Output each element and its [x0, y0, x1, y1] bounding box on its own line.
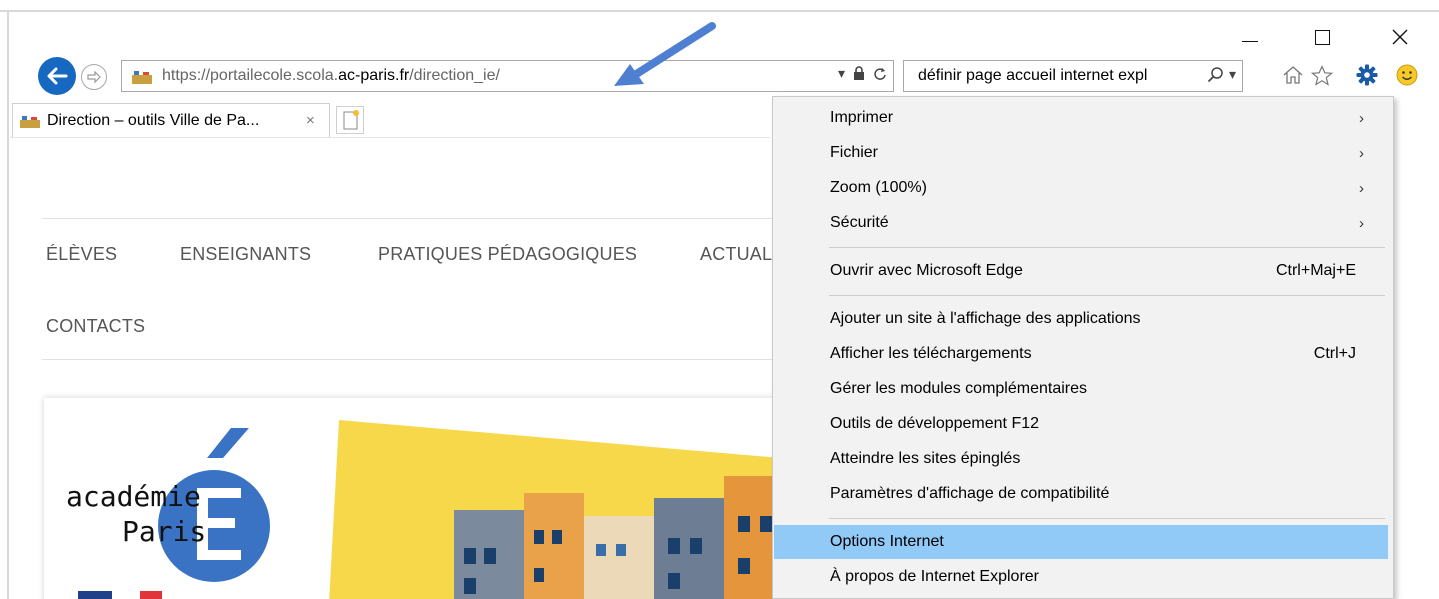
url-text[interactable]: https://portailecole.scola.ac-paris.fr/d… [162, 67, 500, 85]
menu-item-modules[interactable]: Gérer les modules complémentaires [774, 372, 1388, 406]
address-bar[interactable]: https://portailecole.scola.ac-paris.fr/d… [121, 60, 894, 92]
menu-item-ouvrir-edge[interactable]: Ouvrir avec Microsoft Edge Ctrl+Maj+E [774, 254, 1388, 288]
minimize-button[interactable] [1230, 22, 1270, 52]
chevron-right-icon: › [1359, 179, 1364, 197]
lock-icon[interactable] [853, 66, 865, 81]
shortcut-label: Ctrl+Maj+E [1275, 262, 1356, 279]
forward-button[interactable] [81, 64, 107, 90]
menu-item-fichier[interactable]: Fichier › [774, 136, 1388, 170]
window-top-frame [0, 0, 1439, 12]
maximize-button[interactable] [1302, 22, 1342, 52]
nav-link-contacts[interactable]: CONTACTS [46, 316, 145, 337]
nav-link-pratiques[interactable]: PRATIQUES PÉDAGOGIQUES [378, 244, 637, 265]
menu-item-zoom[interactable]: Zoom (100%) › [774, 171, 1388, 205]
tab-close-button[interactable]: × [306, 112, 315, 129]
star-icon [1311, 64, 1333, 86]
menu-separator [829, 295, 1385, 296]
divider [42, 359, 782, 360]
logo-paris-text: Paris [122, 515, 206, 548]
menu-separator [829, 518, 1385, 519]
search-input[interactable]: définir page accueil internet expl ▾ [903, 60, 1243, 92]
menu-separator [829, 247, 1385, 248]
smiley-icon [1396, 64, 1418, 86]
home-button[interactable] [1280, 62, 1306, 88]
search-icon[interactable] [1207, 66, 1223, 83]
academie-paris-banner: académie Paris [66, 420, 804, 599]
menu-item-sites-epingles[interactable]: Atteindre les sites épinglés [774, 442, 1388, 476]
close-icon [1392, 29, 1408, 45]
menu-item-ajouter-site[interactable]: Ajouter un site à l'affichage des applic… [774, 302, 1388, 336]
divider [42, 218, 782, 219]
tools-button[interactable] [1354, 62, 1380, 88]
minimize-icon [1242, 40, 1258, 42]
new-tab-button[interactable] [336, 106, 364, 134]
search-dropdown-icon[interactable]: ▾ [1229, 66, 1236, 83]
nav-link-enseignants[interactable]: ENSEIGNANTS [180, 244, 311, 265]
site-favicon [132, 71, 152, 84]
gear-icon [1356, 64, 1378, 86]
feedback-button[interactable] [1394, 62, 1420, 88]
menu-item-imprimer[interactable]: Imprimer › [774, 101, 1388, 135]
logo-academie-text: académie [66, 480, 201, 513]
refresh-icon[interactable] [873, 67, 887, 81]
window-left-frame [0, 12, 9, 599]
tools-menu: Imprimer › Fichier › Zoom (100%) › Sécurité… [772, 96, 1394, 599]
home-icon [1283, 66, 1303, 84]
menu-item-outils-dev[interactable]: Outils de développement F12 [774, 407, 1388, 441]
close-window-button[interactable] [1380, 22, 1420, 52]
menu-item-compatibilite[interactable]: Paramètres d'affichage de compatibilité [774, 477, 1388, 511]
academie-logo [78, 428, 270, 599]
nav-link-eleves[interactable]: ÉLÈVES [46, 244, 117, 265]
menu-item-a-propos[interactable]: À propos de Internet Explorer [774, 560, 1388, 594]
favorites-button[interactable] [1309, 62, 1335, 88]
menu-item-options-internet[interactable]: Options Internet [774, 525, 1388, 559]
tab-strip-divider [10, 137, 770, 138]
menu-item-telechargements[interactable]: Afficher les téléchargements Ctrl+J [774, 337, 1388, 371]
tab-favicon [20, 116, 40, 128]
annotation-arrow [614, 22, 716, 86]
chevron-right-icon: › [1359, 214, 1364, 232]
nav-link-actualites[interactable]: ACTUAL [700, 244, 772, 265]
menu-item-securite[interactable]: Sécurité › [774, 206, 1388, 240]
chevron-right-icon: › [1359, 144, 1364, 162]
maximize-icon [1314, 29, 1330, 45]
shortcut-label: Ctrl+J [1313, 345, 1356, 362]
back-button[interactable] [38, 57, 76, 95]
back-arrow-icon [47, 67, 68, 85]
banner-card: académie Paris [44, 398, 804, 599]
tab-title: Direction – outils Ville de Pa... [47, 112, 260, 129]
new-tab-icon [343, 110, 359, 130]
address-dropdown-icon[interactable]: ▾ [838, 65, 845, 82]
search-query[interactable]: définir page accueil internet expl [918, 67, 1147, 85]
forward-arrow-icon [87, 70, 101, 84]
chevron-right-icon: › [1359, 109, 1364, 127]
browser-tab[interactable]: Direction – outils Ville de Pa... × [12, 103, 330, 137]
